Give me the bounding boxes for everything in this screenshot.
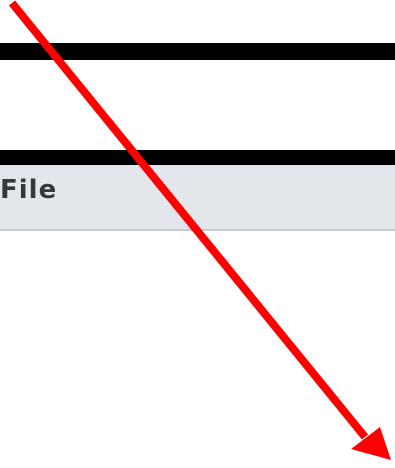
menu-bar: File xyxy=(0,165,395,231)
menu-item-file[interactable]: File xyxy=(0,173,57,207)
window-border-top xyxy=(0,43,395,60)
content-area xyxy=(0,231,395,468)
blank-region xyxy=(0,60,395,150)
screenshot-canvas: File xyxy=(0,0,395,468)
window-border-bottom xyxy=(0,150,395,165)
